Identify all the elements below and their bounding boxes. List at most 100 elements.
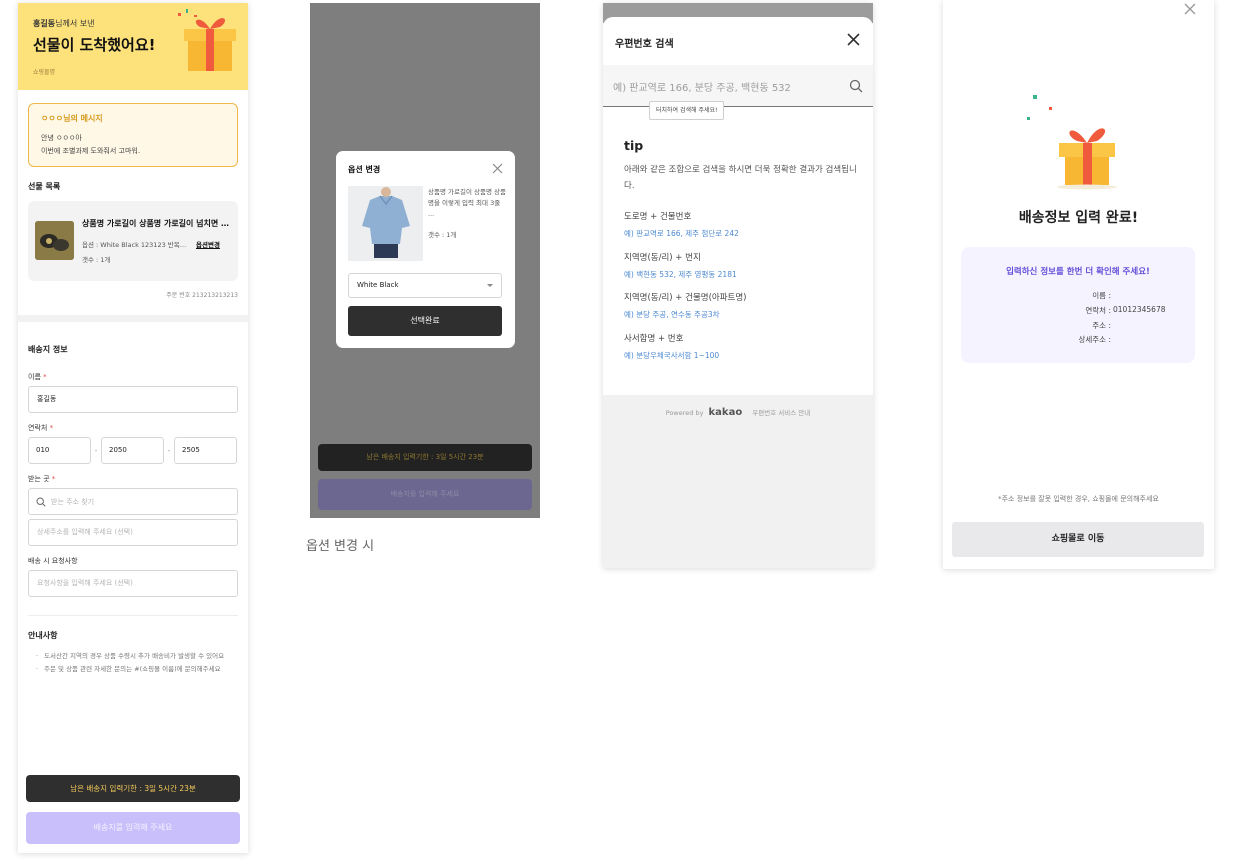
address-note: *주소 정보를 잘못 입력한 경우, 쇼핑몰에 문의해주세요 [998,495,1159,503]
option-change-modal: 옵션 변경 상품명 가로길이 상품명 상품명을 이렇게 입력 최대 3줄 ...… [336,151,515,348]
kakao-logo: kakao [708,407,743,418]
required-mark: * [43,373,47,381]
name-label: 이름 * [28,372,248,382]
complete-title: 배송정보 입력 완료! [1018,210,1139,226]
tip-heading: 지역명(동/리) + 건물명(아파트명) [624,293,747,303]
screen-caption: 옵션 변경 시 [306,539,375,554]
sheet-title: 우편번호 검색 [615,39,674,50]
search-icon[interactable] [849,79,863,93]
gift-summary-section: 홍길동님께서 보낸 선물이 도착했어요! 쇼핑몰명 ㅇㅇㅇ님의 메시지 안녕 ㅇ… [18,3,248,315]
close-icon[interactable] [847,33,860,46]
tip-example: 예) 백현동 532, 제주 영평동 2181 [624,270,737,279]
close-icon[interactable] [1184,3,1196,15]
powered-by-text: Powered by [665,409,704,417]
submit-address-button[interactable]: 배송지를 입력해 주세요 [26,812,240,844]
phone-separator: - [167,446,171,455]
sender-suffix: 님께서 보낸 [55,19,95,28]
confirm-option-button[interactable]: 선택완료 [348,306,502,336]
phone-label-text: 연락처 [28,424,48,432]
phone-input-last[interactable]: 2505 [174,437,237,464]
postal-search-input[interactable]: 예) 판교역로 166, 분당 주공, 백현동 532 [603,65,873,107]
tip-item: 지역명(동/리) + 건물명(아파트명) 예) 분당 주공, 연수동 주공3차 [624,291,747,320]
product-thumbnail [35,221,74,260]
phone-input-middle[interactable]: 2050 [101,437,164,464]
notice-item: 주문 및 상품 관련 자세한 문의는 #(쇼핑몰 이름)에 문의해주세요 [36,664,236,675]
hero-banner: 홍길동님께서 보낸 선물이 도착했어요! 쇼핑몰명 [18,3,248,90]
request-label: 배송 시 요청사항 [28,557,78,565]
phone-label: 연락처 * [28,423,248,433]
product-quantity: 갯수 : 1개 [82,256,111,264]
name-input[interactable]: 홍길동 [28,386,238,413]
phone-input-row: 010 - 2050 - 2505 [28,437,238,464]
confirm-info-title: 입력하신 정보를 한번 더 확인해 주세요! [1006,267,1150,277]
go-to-shop-button[interactable]: 쇼핑몰로 이동 [952,522,1204,557]
notice-title: 안내사항 [28,631,58,640]
info-label: 주소 : [1092,321,1111,330]
dropdown-caret-icon [487,284,493,287]
product-name: 상품명 가로길이 상품명 가로길이 넘치면 말줄임 [82,219,232,228]
shipping-form-section: 배송지 정보 이름 * 홍길동 연락처 * 010 - 2050 - 2505 … [18,322,248,853]
tip-item: 도로명 + 건물번호 예) 판교역로 166, 제주 첨단로 242 [624,210,739,239]
postal-search-screen: 우편번호 검색 예) 판교역로 166, 분당 주공, 백현동 532 터치하여… [603,3,873,568]
section-divider [28,615,238,616]
message-body: 안녕 ㅇㅇㅇ아 이번에 조별과제 도와줘서 고마워. [41,132,225,158]
confirm-info-box: 입력하신 정보를 한번 더 확인해 주세요! 이름 : 연락처 :0101234… [961,247,1195,363]
postal-footer: Powered by kakao 우편번호 서비스 안내 [603,407,873,418]
message-line: 이번에 조별과제 도와줘서 고마워. [41,147,141,155]
name-label-text: 이름 [28,373,41,381]
message-line: 안녕 ㅇㅇㅇ아 [41,134,82,142]
postal-search-placeholder: 예) 판교역로 166, 분당 주공, 백현동 532 [613,83,791,94]
tip-example: 예) 판교역로 166, 제주 첨단로 242 [624,229,739,238]
option-select[interactable]: White Black [348,273,502,298]
required-mark: * [49,424,54,432]
address-detail-input[interactable]: 상세주소를 입력해 주세요 (선택) [28,519,238,546]
required-mark: * [51,475,56,483]
address-search-input[interactable]: 받는 주소 찾기 [28,488,238,515]
search-icon [36,496,46,507]
gift-box-icon [178,9,236,71]
request-input[interactable]: 요청사항을 입력해 주세요 (선택) [28,570,238,597]
product-option: 옵션 : White Black 123123 반복반복 [82,241,187,249]
tip-example: 예) 분당 주공, 연수동 주공3차 [624,310,720,319]
tip-heading: 도로명 + 건물번호 [624,212,692,222]
product-card: 상품명 가로길이 상품명 가로길이 넘치면 말줄임 옵션 : White Bla… [28,201,238,281]
info-value: 01012345678 [1113,305,1166,314]
product-image [35,221,74,260]
phone-input-first[interactable]: 010 [28,437,91,464]
tip-item: 지역명(동/리) + 번지 예) 백현동 532, 제주 영평동 2181 [624,251,737,280]
change-option-button[interactable]: 옵션변경 [196,239,220,249]
info-row-phone: 연락처 :01012345678 [961,305,1165,316]
notice-list: 도서산간 지역의 경우 상품 수령시 추가 배송비가 발생할 수 있어요 주문 … [36,651,236,675]
search-tooltip: 터치하여 검색해 주세요! [649,101,725,120]
product-description: 상품명 가로길이 상품명 상품명을 이렇게 입력 최대 3줄 ... [428,188,506,218]
message-title: ㅇㅇㅇ님의 메시지 [41,114,103,123]
shipping-title: 배송지 정보 [28,345,68,354]
order-number: 주문 번호 213213213213 [166,292,238,299]
option-change-screen: 남은 배송지 입력기한 : 3일 5시간 23분 배송지를 입력해 주세요 옵션… [310,3,540,518]
tip-description: 아래와 같은 조합으로 검색을 하시면 더욱 정확한 결과가 검색됩니다. [624,165,857,191]
modal-title: 옵션 변경 [348,165,381,174]
info-label: 연락처 : [1085,306,1111,315]
deadline-banner: 남은 배송지 입력기한 : 3일 5시간 23분 [318,444,532,471]
option-select-value: White Black [357,281,399,289]
address-label: 받는 곳 * [28,474,248,484]
postal-search-sheet: 우편번호 검색 예) 판교역로 166, 분당 주공, 백현동 532 터치하여… [603,17,873,395]
close-icon[interactable] [492,163,503,174]
service-info-link[interactable]: 우편번호 서비스 안내 [752,409,810,417]
tip-example: 예) 분당우체국사서함 1~100 [624,351,720,360]
shipping-complete-screen: 배송정보 입력 완료! 입력하신 정보를 한번 더 확인해 주세요! 이름 : … [943,0,1214,569]
sender-name: 홍길동 [33,19,56,28]
gift-list-label: 선물 목록 [28,182,61,191]
info-row-name: 이름 : [961,290,1111,301]
gift-receive-screen: 홍길동님께서 보낸 선물이 도착했어요! 쇼핑몰명 ㅇㅇㅇ님의 메시지 안녕 ㅇ… [18,3,248,853]
info-row-address-detail: 상세주소 : [961,334,1111,345]
tip-item: 사서함명 + 번호 예) 분당우체국사서함 1~100 [624,332,719,361]
address-label-text: 받는 곳 [28,475,50,483]
product-thumbnail [348,186,423,261]
product-quantity: 갯수 : 1개 [428,231,457,239]
notice-item: 도서산간 지역의 경우 상품 수령시 추가 배송비가 발생할 수 있어요 [36,651,236,662]
info-label: 이름 : [1092,291,1111,300]
deadline-banner: 남은 배송지 입력기한 : 3일 5시간 23분 [26,775,240,802]
phone-separator: - [94,446,98,455]
tip-title: tip [624,138,644,153]
